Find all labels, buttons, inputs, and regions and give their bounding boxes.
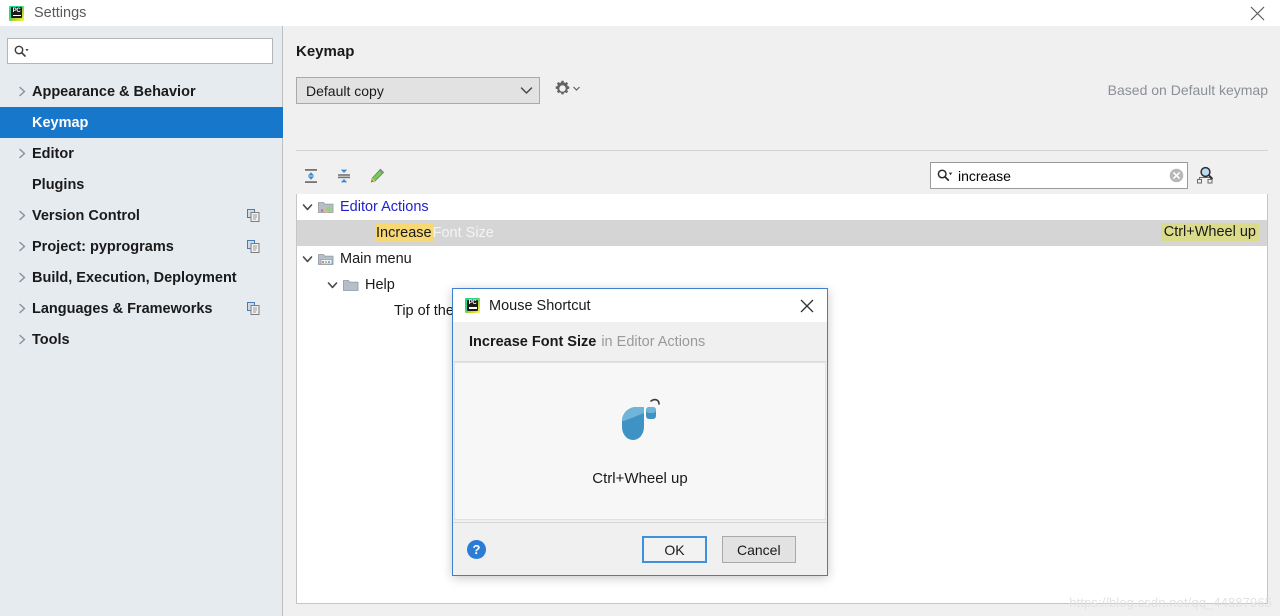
search-icon (14, 45, 29, 58)
shortcut-capture-area[interactable]: Ctrl+Wheel up (454, 362, 826, 520)
dialog-title-bar: PC Mouse Shortcut (453, 289, 827, 322)
chevron-right-icon (13, 148, 31, 159)
sidebar-search-input[interactable] (33, 41, 272, 61)
tree-node-label: Help (365, 277, 395, 293)
keymap-search-input[interactable] (958, 165, 1165, 186)
collapse-all-icon (338, 169, 350, 183)
keymap-settings-gear-button[interactable] (554, 80, 580, 97)
filter-by-shortcut-button[interactable] (1194, 165, 1216, 187)
dialog-footer: ? OK Cancel (453, 522, 827, 575)
tree-node-label: Main menu (340, 251, 412, 267)
expand-all-button[interactable] (296, 161, 326, 191)
sidebar-item-label: Version Control (32, 207, 140, 224)
action-context-label: in Editor Actions (601, 333, 706, 350)
sidebar-item-label: Keymap (32, 114, 89, 131)
chevron-right-icon (13, 272, 31, 283)
chevron-down-icon (573, 86, 580, 91)
cancel-button[interactable]: Cancel (722, 536, 796, 563)
chevron-right-icon (13, 334, 31, 345)
watermark-text: https://blog.csdn.net/qq_44887965 (1069, 595, 1272, 610)
search-match-text: Increase (375, 224, 433, 242)
table-row[interactable]: Main menu (297, 246, 1267, 272)
table-row[interactable]: Editor Actions (297, 194, 1267, 220)
sidebar-item-build-execution-deployment[interactable]: Build, Execution, Deployment (0, 262, 283, 293)
sidebar-item-label: Project: pyprograms (32, 238, 174, 255)
table-row[interactable]: Increase Font Size Ctrl+Wheel up (297, 220, 1267, 246)
shortcut-value[interactable]: Ctrl+Wheel up (1160, 223, 1259, 241)
tree-node-label: Editor Actions (340, 199, 429, 215)
edit-shortcut-button[interactable] (362, 161, 392, 191)
expand-all-icon (305, 169, 317, 183)
settings-nav-list: Appearance & Behavior Keymap Editor Plug… (0, 76, 283, 355)
keymap-select-value: Default copy (306, 82, 384, 99)
clear-search-icon[interactable] (1165, 168, 1187, 183)
chevron-down-icon[interactable] (297, 203, 317, 212)
shortcut-text: Ctrl+Wheel up (592, 470, 688, 487)
sidebar-item-languages-frameworks[interactable]: Languages & Frameworks (0, 293, 283, 324)
settings-sidebar: Appearance & Behavior Keymap Editor Plug… (0, 26, 283, 616)
sidebar-item-tools[interactable]: Tools (0, 324, 283, 355)
sidebar-item-label: Editor (32, 145, 74, 162)
chevron-right-icon (13, 86, 31, 97)
pycharm-logo-icon: PC (465, 298, 480, 313)
search-icon (937, 168, 953, 183)
sidebar-item-plugins[interactable]: Plugins (0, 169, 283, 200)
sidebar-item-version-control[interactable]: Version Control (0, 200, 283, 231)
pycharm-logo-icon: PC (9, 5, 24, 21)
gear-icon (555, 80, 570, 95)
help-button[interactable]: ? (467, 539, 486, 559)
sidebar-item-keymap[interactable]: Keymap (0, 107, 283, 138)
sidebar-item-appearance-behavior[interactable]: Appearance & Behavior (0, 76, 283, 107)
close-icon[interactable] (797, 296, 817, 316)
collapse-all-button[interactable] (329, 161, 359, 191)
sidebar-item-label: Languages & Frameworks (32, 300, 213, 317)
project-settings-icon (247, 302, 260, 315)
find-shortcut-icon (1197, 166, 1213, 184)
sidebar-item-label: Plugins (32, 176, 85, 193)
project-settings-icon (247, 240, 260, 253)
chevron-right-icon (13, 210, 31, 221)
sidebar-item-project[interactable]: Project: pyprograms (0, 231, 283, 262)
main-menu-folder-icon (317, 252, 335, 266)
based-on-label: Based on Default keymap (1107, 82, 1268, 98)
mouse-shortcut-dialog: PC Mouse Shortcut Increase Font Size in … (452, 288, 828, 576)
folder-icon (342, 278, 360, 292)
keymap-select[interactable]: Default copy (296, 77, 540, 104)
sidebar-item-label: Build, Execution, Deployment (32, 269, 237, 286)
keymap-tree-toolbar (296, 159, 392, 193)
page-title: Keymap (296, 43, 355, 60)
sidebar-item-label: Appearance & Behavior (32, 83, 196, 100)
chevron-right-icon (13, 303, 31, 314)
ok-button[interactable]: OK (642, 536, 707, 563)
project-settings-icon (247, 209, 260, 222)
title-bar: PC Settings (0, 0, 1280, 26)
window-title: Settings (34, 5, 87, 21)
action-name-label: Increase Font Size (469, 333, 597, 350)
mouse-wheel-icon (612, 395, 668, 448)
chevron-down-icon[interactable] (322, 281, 342, 290)
close-icon[interactable] (1235, 0, 1280, 26)
sidebar-search-box[interactable] (7, 38, 273, 64)
sidebar-item-editor[interactable]: Editor (0, 138, 283, 169)
keymap-search-box[interactable] (930, 162, 1188, 189)
dialog-title: Mouse Shortcut (489, 297, 591, 314)
pencil-icon (370, 168, 385, 183)
settings-window: PC Settings Appearance & Behavior Keymap… (0, 0, 1280, 616)
dialog-subtitle: Increase Font Size in Editor Actions (453, 322, 827, 362)
chevron-right-icon (13, 241, 31, 252)
editor-actions-folder-icon (317, 200, 335, 214)
divider (296, 150, 1268, 151)
chevron-down-icon[interactable] (297, 255, 317, 264)
tree-node-label: Font Size (432, 225, 494, 241)
sidebar-item-label: Tools (32, 331, 70, 348)
chevron-down-icon (513, 86, 539, 95)
